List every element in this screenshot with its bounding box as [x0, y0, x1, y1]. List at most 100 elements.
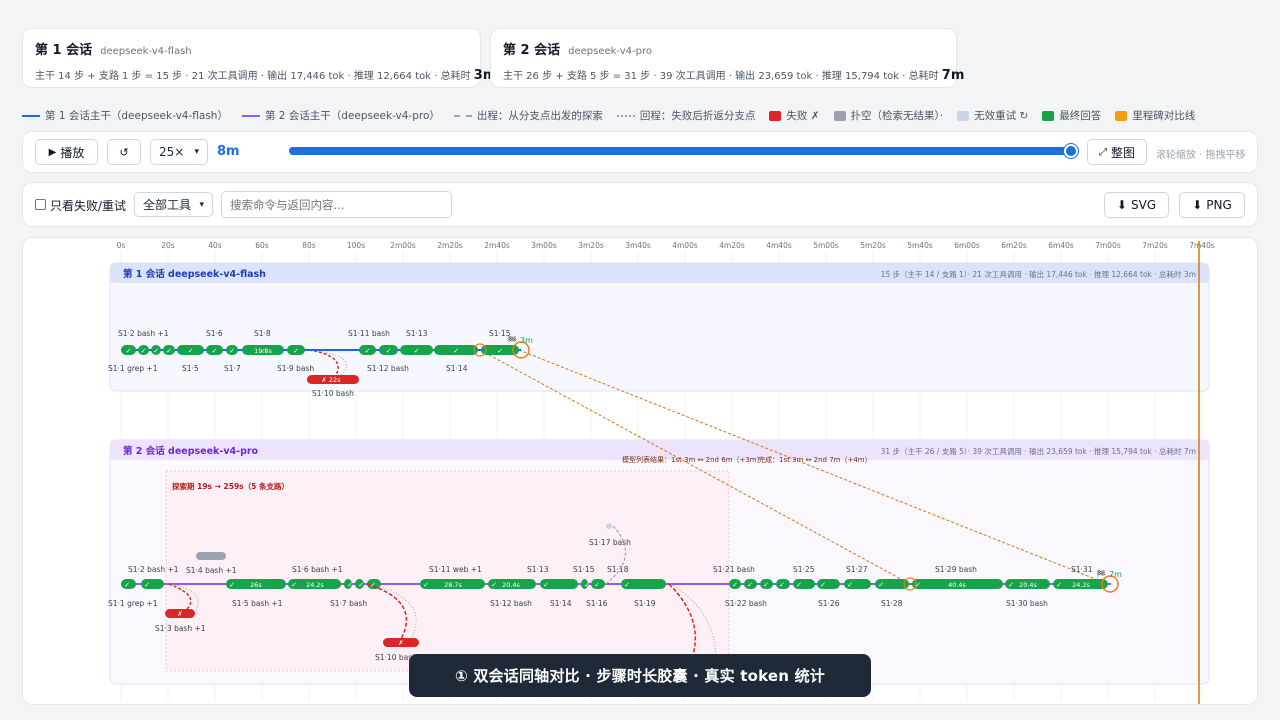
- check-icon: ✓: [594, 581, 600, 589]
- step-label: S1·13: [527, 565, 549, 574]
- step-duration: 40.4s: [948, 581, 966, 589]
- progress-slider[interactable]: [289, 147, 1071, 155]
- export-svg-button[interactable]: ⬇ SVG: [1104, 192, 1169, 218]
- legend-marker: [957, 110, 970, 121]
- check-icon: ✓: [144, 581, 150, 589]
- session1-card: 第 1 会话 deepseek-v4-flash 主干 14 步 + 支路 1 步…: [22, 28, 496, 88]
- legend-item: 无效重试 ↻: [957, 108, 1028, 123]
- fit-icon: ⤢: [1098, 146, 1107, 158]
- step-label: S1·3 bash +1: [155, 624, 206, 633]
- time-tick-label: 5m20s: [860, 241, 886, 250]
- legend-label: 第 2 会话主干（deepseek-v4-pro）: [264, 110, 440, 122]
- check-icon: ✓: [153, 347, 159, 355]
- download-icon: ⬇: [1116, 198, 1127, 212]
- check-icon: ✓: [491, 581, 497, 589]
- play-label: 播放: [60, 145, 85, 160]
- step-label: S1·15: [489, 329, 511, 338]
- check-icon: ✓: [453, 347, 459, 355]
- legend-item: 扑空（检索无结果）·: [833, 108, 943, 123]
- legend-marker: [616, 114, 635, 117]
- check-icon: ✓: [878, 581, 884, 589]
- check-icon: ✓: [423, 581, 429, 589]
- speed-select[interactable]: 25× ▾: [150, 139, 208, 165]
- check-icon: ✓: [624, 581, 630, 589]
- step-duration: 19.8s: [254, 347, 272, 355]
- timeline-canvas[interactable]: 0s 20s 40s 60s 80s 100s 2m00s 2m20s 2m40s 3m00s 3m…: [22, 237, 1258, 705]
- step-label: S1·7: [224, 364, 241, 373]
- step-duration: 26s: [250, 581, 262, 589]
- timeline-svg[interactable]: 0s 20s 40s 60s 80s 100s 2m00s 2m20s 2m40s 3m00s 3m…: [23, 238, 1258, 705]
- time-tick-label: 5m40s: [907, 241, 933, 250]
- lane2-stats: 31 步（主干 26 / 支路 5）· 39 次工具调用 · 输出 23,659…: [881, 446, 1196, 456]
- step-label: S1·25: [793, 565, 815, 574]
- step-duration: 24.2s: [306, 581, 324, 589]
- time-tick-label: 7m20s: [1142, 241, 1168, 250]
- progress-slider-thumb[interactable]: [1064, 144, 1078, 158]
- legend-marker: [769, 110, 782, 121]
- step-label: S1·10 bash: [312, 389, 354, 398]
- check-icon: ✓: [126, 347, 132, 355]
- check-icon: ✓: [820, 581, 826, 589]
- check-icon: ✓: [188, 347, 194, 355]
- tool-select[interactable]: 全部工具 ▾: [134, 192, 213, 217]
- export-svg-label: SVG: [1130, 198, 1157, 212]
- legend-item: 最终回答: [1042, 108, 1101, 123]
- time-tick-label: 2m40s: [484, 241, 510, 250]
- step-label: S1·6: [206, 329, 223, 338]
- session2-end-label: 7m: [1109, 570, 1122, 579]
- fail-only-checkbox[interactable]: [35, 199, 46, 210]
- step-label: S1·29 bash: [935, 565, 977, 574]
- milestone-note: 完成：1st 3m ↔ 2nd 7m（+4m）: [758, 455, 872, 464]
- time-tick-label: 100s: [347, 241, 365, 250]
- legend-marker: [22, 114, 40, 117]
- step-duration: ✗ 22s: [321, 376, 341, 384]
- check-icon: ✓: [347, 581, 353, 589]
- time-tick-label: 7m00s: [1095, 241, 1121, 250]
- legend-label: 失败 ✗: [786, 110, 820, 122]
- milestone-note: 模型列表结果：1st 3m ↔ 2nd 6m（+3m）: [622, 455, 764, 464]
- legend-marker: [1042, 110, 1055, 121]
- step-duration: 28.7s: [444, 581, 462, 589]
- chevron-down-icon: ▾: [199, 199, 204, 210]
- time-tick-label: 6m00s: [954, 241, 980, 250]
- legend-item: 里程碑对比线: [1115, 108, 1195, 123]
- step-label: S1·27: [846, 565, 868, 574]
- time-tick-label: 7m40s: [1189, 241, 1215, 250]
- fit-label: 整图: [1110, 145, 1135, 160]
- legend-label: 最终回答: [1059, 110, 1102, 122]
- check-icon: ✓: [543, 581, 549, 589]
- play-button[interactable]: ▶ 播放: [35, 139, 98, 165]
- time-tick-label: 3m40s: [625, 241, 651, 250]
- step-label: S1·9 bash: [277, 364, 314, 373]
- step-label: S1·30 bash: [1006, 599, 1048, 608]
- step-label: S1·14: [446, 364, 468, 373]
- elapsed-time: 8m: [217, 144, 240, 159]
- export-png-button[interactable]: ⬇ PNG: [1179, 192, 1245, 218]
- step-label: S1·13: [406, 329, 428, 338]
- zoom-hint: 滚轮缩放 · 拖拽平移: [1156, 150, 1246, 161]
- legend-marker: [453, 114, 472, 117]
- legend: 第 1 会话主干（deepseek-v4-flash） 第 2 会话主干（deep…: [22, 108, 1195, 123]
- reset-button[interactable]: ↺: [107, 139, 141, 165]
- fit-button[interactable]: ⤢ 整图: [1087, 139, 1147, 165]
- legend-item: 回程：失败后折返分支点: [616, 108, 755, 123]
- check-icon: ✓: [358, 581, 364, 589]
- caption-banner: ① 双会话同轴对比 · 步骤时长胶囊 · 真实 token 统计: [409, 654, 871, 697]
- session2-stats: 主干 26 步 + 支路 5 步 = 31 步 · 39 次工具调用 · 输出 …: [503, 71, 939, 82]
- step-label: S1·11 web +1: [429, 565, 482, 574]
- fail-only-label[interactable]: 只看失败/重试: [50, 197, 126, 214]
- check-icon: ✓: [747, 581, 753, 589]
- search-input[interactable]: [221, 191, 452, 218]
- step-label: S1·15: [573, 565, 595, 574]
- time-tick-label: 6m20s: [1001, 241, 1027, 250]
- check-icon: ✓: [293, 347, 299, 355]
- empty-result-capsule: [196, 552, 226, 560]
- step-label: S1·11 bash: [348, 329, 390, 338]
- check-icon: ✓: [497, 347, 503, 355]
- time-tick-label: 3m00s: [531, 241, 557, 250]
- legend-item: 第 1 会话主干（deepseek-v4-flash）: [22, 108, 228, 123]
- step-label: S1·4 bash +1: [186, 566, 237, 575]
- tool-select-value: 全部工具: [143, 198, 192, 212]
- step-label: S1·12 bash: [490, 599, 532, 608]
- legend-marker: [1115, 110, 1128, 121]
